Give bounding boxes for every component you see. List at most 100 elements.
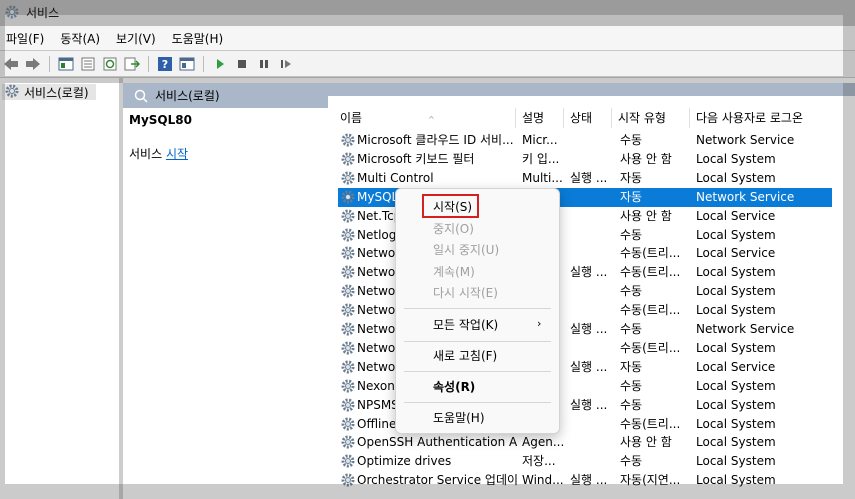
play-icon[interactable] — [211, 55, 229, 73]
search-magnifier-icon — [133, 88, 149, 104]
service-status-cell — [570, 433, 614, 452]
stop-icon[interactable] — [233, 55, 251, 73]
column-header-name[interactable]: 이름 ^ — [334, 108, 516, 128]
service-startup-cell: 수동(트리... — [620, 265, 681, 280]
service-logon-cell: Local System — [696, 303, 776, 318]
service-description-cell: Multi... — [522, 170, 563, 185]
service-startup-cell: 자동 — [620, 359, 643, 374]
toolbar-separator — [148, 56, 149, 72]
service-startup-cell: 수동 — [620, 227, 643, 242]
service-gear-icon — [340, 359, 356, 375]
column-header-description[interactable]: 설명 — [516, 108, 564, 128]
service-status-cell — [570, 244, 614, 263]
menu-item-stop[interactable]: 중지(O) — [433, 219, 474, 239]
services-gear-icon — [4, 83, 20, 102]
window-title: 서비스 — [26, 5, 60, 20]
service-startup-cell: 사용 안 함 — [620, 151, 672, 166]
service-logon-cell: Network Service — [696, 189, 795, 204]
service-startup-cell: 수동 — [620, 454, 643, 469]
menu-item-resume[interactable]: 계속(M) — [433, 262, 475, 282]
service-logon-cell: Local System — [696, 454, 776, 469]
menu-item-help[interactable]: 도움말(H) — [433, 408, 485, 428]
properties-sheet-icon[interactable] — [79, 55, 97, 73]
menu-item-pause[interactable]: 일시 중지(U) — [433, 240, 499, 260]
service-row[interactable]: Orchestrator Service 업데이... Wind... 실행 ...… — [338, 471, 832, 490]
content-header-title: 서비스(로컬) — [155, 89, 220, 103]
service-logon-cell: Local System — [696, 151, 776, 166]
service-logon-cell: Local Service — [696, 246, 776, 261]
service-row[interactable]: Optimize drives 저장... 수동 Local System — [338, 452, 832, 471]
back-arrow-icon[interactable] — [2, 55, 20, 73]
service-startup-cell: 수동(트리... — [620, 416, 681, 431]
submenu-chevron-icon: › — [537, 317, 542, 330]
service-status-cell — [570, 415, 614, 434]
column-header-logon-as[interactable]: 다음 사용자로 로그온 — [690, 108, 830, 128]
service-name-cell: Optimize drives — [357, 454, 452, 469]
service-status-cell: 실행 ... — [570, 265, 608, 280]
tree-item-label: 서비스(로컬) — [24, 85, 89, 100]
menu-file[interactable]: 파일(F) — [0, 30, 52, 47]
service-row[interactable]: Microsoft 키보드 필터 키 입... 사용 안 함 Local System — [338, 150, 832, 169]
menu-help[interactable]: 도움말(H) — [164, 30, 232, 47]
service-logon-cell: Local System — [696, 378, 776, 393]
service-gear-icon — [340, 302, 356, 318]
console-tree-icon[interactable] — [57, 55, 75, 73]
help-icon[interactable]: ? — [156, 55, 174, 73]
service-row[interactable]: Multi Control Multi... 실행 ... 자동 Local Syste… — [338, 169, 832, 188]
service-startup-cell: 사용 안 함 — [620, 435, 672, 450]
service-status-cell — [570, 131, 614, 150]
service-startup-cell: 수동 — [620, 133, 643, 147]
services-gear-icon — [4, 4, 20, 20]
service-status-cell — [570, 301, 614, 320]
description-panel: MySQL80 서비스 시작 — [123, 108, 328, 499]
service-name-cell: Multi Control — [357, 170, 434, 185]
service-gear-icon — [340, 245, 356, 261]
service-status-cell: 실행 ... — [570, 397, 608, 412]
refresh-icon[interactable] — [101, 55, 119, 73]
menu-separator — [404, 341, 551, 342]
menu-item-restart[interactable]: 다시 시작(E) — [433, 283, 498, 303]
service-status-cell: 실행 ... — [570, 359, 608, 374]
menu-item-start[interactable]: 시작(S) — [433, 197, 472, 217]
restart-icon[interactable] — [277, 55, 295, 73]
menu-item-all-tasks[interactable]: 모든 작업(K) — [433, 315, 498, 335]
export-list-icon[interactable] — [123, 55, 141, 73]
service-name-heading: MySQL80 — [129, 113, 192, 127]
service-status-cell — [570, 226, 614, 245]
forward-arrow-icon[interactable] — [24, 55, 42, 73]
menu-item-properties[interactable]: 속성(R) — [433, 377, 475, 397]
start-service-link[interactable]: 시작 — [166, 147, 188, 161]
service-startup-cell: 수동 — [620, 284, 643, 299]
tree-item-services-local[interactable]: 서비스(로컬) — [2, 84, 96, 100]
service-logon-cell: Network Service — [696, 322, 795, 336]
service-startup-cell: 자동(지연... — [620, 473, 681, 488]
service-gear-icon — [340, 264, 356, 280]
service-gear-icon — [340, 189, 356, 205]
column-header-status[interactable]: 상태 — [564, 108, 612, 128]
service-row[interactable]: OpenSSH Authentication A... Agen... 사용 안 함… — [338, 433, 832, 452]
service-startup-cell: 수동(트리... — [620, 340, 681, 355]
show-pane-icon[interactable] — [178, 55, 196, 73]
service-row[interactable]: Microsoft 클라우드 ID 서비... Micr... 수동 Network … — [338, 131, 832, 150]
service-status-cell — [570, 207, 614, 226]
service-description-cell: Agen... — [522, 435, 565, 450]
service-gear-icon — [340, 227, 356, 243]
service-startup-cell: 수동 — [620, 322, 643, 336]
service-logon-cell: Local System — [696, 170, 776, 185]
service-gear-icon — [340, 208, 356, 224]
menu-action[interactable]: 동작(A) — [52, 30, 108, 47]
service-name-cell: Microsoft 클라우드 ID 서비... — [357, 133, 514, 147]
service-logon-cell: Local System — [696, 284, 776, 299]
service-status-cell — [570, 377, 614, 396]
service-description-cell: Micr... — [522, 133, 558, 147]
service-description-cell: Wind... — [522, 473, 564, 488]
service-name-cell: OpenSSH Authentication A... — [357, 435, 517, 450]
menu-view[interactable]: 보기(V) — [108, 30, 164, 47]
title-bar: 서비스 — [0, 0, 855, 26]
column-header-startup-type[interactable]: 시작 유형 — [612, 108, 690, 128]
menu-bar: 파일(F) 동작(A) 보기(V) 도움말(H) — [0, 26, 855, 50]
service-status-cell: 실행 ... — [570, 170, 608, 185]
pause-icon[interactable] — [255, 55, 273, 73]
menu-item-refresh[interactable]: 새로 고침(F) — [433, 346, 497, 366]
toolbar: ? — [0, 50, 855, 78]
